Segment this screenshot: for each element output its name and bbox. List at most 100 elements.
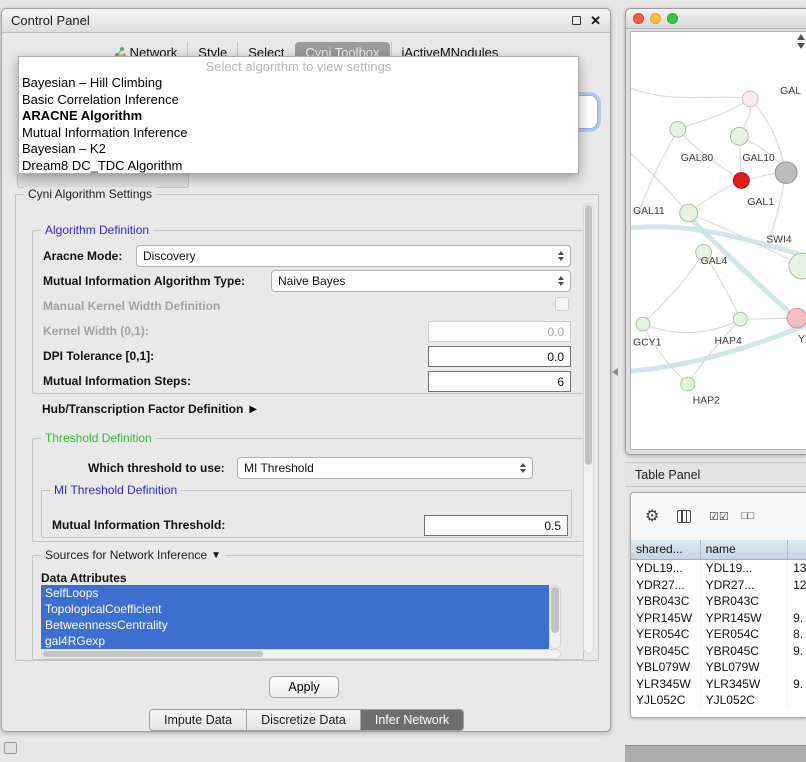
node[interactable]: [681, 377, 695, 391]
which-threshold-select[interactable]: MI Threshold: [237, 457, 533, 479]
mi-type-select[interactable]: Naive Bayes: [271, 270, 571, 292]
list-item[interactable]: gal4RGexp: [41, 633, 549, 649]
gear-icon[interactable]: ⚙: [645, 506, 659, 526]
table-row[interactable]: YDL19...YDL19...13: [631, 560, 806, 577]
table-row[interactable]: YBR045CYBR045C9.: [631, 643, 806, 660]
chevron-down-icon: ▼: [211, 550, 221, 561]
zoom-traffic-light-icon[interactable]: [667, 13, 678, 24]
float-window-icon[interactable]: [572, 16, 581, 25]
mi-steps-field[interactable]: 6: [428, 371, 571, 392]
settings-vertical-scrollbar[interactable]: [583, 203, 594, 654]
sources-group: Sources for Network Inference ▼ Data Att…: [32, 555, 584, 660]
cell: YBR045C: [701, 643, 788, 660]
node[interactable]: [789, 253, 806, 279]
list-item[interactable]: SelfLoops: [41, 585, 549, 601]
node[interactable]: [730, 127, 748, 145]
dpi-tolerance-label: DPI Tolerance [0,1]:: [43, 349, 154, 363]
dropdown-option[interactable]: Bayesian – K2: [19, 141, 578, 158]
group-title: Threshold Definition: [41, 431, 156, 445]
minimize-traffic-light-icon[interactable]: [650, 13, 661, 24]
column-header[interactable]: shared...: [631, 540, 701, 559]
table-body: YDL19...YDL19...13 YDR27...YDR27...12 YB…: [631, 560, 806, 717]
list-horizontal-scrollbar[interactable]: [41, 649, 561, 659]
dropdown-option-selected[interactable]: ARACNE Algorithm: [19, 108, 578, 125]
kernel-width-field: 0.0: [428, 321, 571, 342]
network-graph: GAL GAL80 GAL10 GAL11 GAL1 SWI4 GAL4 GCY…: [631, 32, 806, 449]
mi-threshold-field[interactable]: 0.5: [424, 515, 568, 536]
cell: YPR145W: [701, 610, 788, 627]
cell: YER054C: [701, 626, 788, 643]
column-header[interactable]: [788, 540, 806, 559]
list-item[interactable]: TopologicalCoefficient: [41, 601, 549, 617]
tab-infer-network[interactable]: Infer Network: [360, 710, 463, 730]
manual-kernel-checkbox[interactable]: [555, 297, 569, 311]
node[interactable]: [680, 204, 698, 222]
canvas-scroll-arrows[interactable]: [797, 34, 805, 49]
network-canvas[interactable]: GAL GAL80 GAL10 GAL11 GAL1 SWI4 GAL4 GCY…: [630, 31, 806, 450]
node[interactable]: [670, 121, 686, 137]
dropdown-option[interactable]: Mutual Information Inference: [19, 125, 578, 142]
table-header-row: shared... name: [631, 540, 806, 560]
cell: YBL079W: [631, 659, 701, 676]
algorithm-definition-group: Algorithm Definition Aracne Mode: Discov…: [32, 230, 584, 394]
data-attributes-label: Data Attributes: [41, 571, 127, 585]
cell: 9.: [788, 643, 806, 660]
close-traffic-light-icon[interactable]: [633, 13, 644, 24]
node-gray[interactable]: [775, 162, 797, 184]
cell: YBR043C: [631, 593, 701, 610]
cell: [788, 692, 806, 709]
mi-threshold-label: Mutual Information Threshold:: [52, 518, 225, 532]
table-row[interactable]: YBR043CYBR043C: [631, 593, 806, 610]
table-row[interactable]: YJL052CYJL052C: [631, 692, 806, 709]
dropdown-option[interactable]: Bayesian – Hill Climbing: [19, 75, 578, 92]
cell: [788, 593, 806, 610]
cell: YLR345W: [631, 676, 701, 693]
aracne-mode-label: Aracne Mode:: [43, 249, 122, 263]
node-pink[interactable]: [787, 308, 806, 328]
window-title: Control Panel: [11, 13, 90, 28]
control-panel-titlebar: Control Panel ✕: [2, 9, 610, 33]
cell: YLR345W: [701, 676, 788, 693]
node-selected-red[interactable]: [733, 173, 749, 189]
cell: YPR145W: [631, 610, 701, 627]
close-icon[interactable]: ✕: [590, 14, 601, 27]
splitter-collapse-icon[interactable]: [612, 368, 618, 376]
clear-checks-icon[interactable]: □□: [741, 510, 754, 522]
control-panel-window: Control Panel ✕ Network Style Select Cyn…: [1, 8, 611, 732]
tab-discretize-data[interactable]: Discretize Data: [246, 710, 360, 730]
apply-button[interactable]: Apply: [269, 676, 339, 698]
column-header[interactable]: name: [701, 540, 788, 559]
columns-icon[interactable]: [677, 510, 691, 523]
node[interactable]: [742, 91, 758, 107]
cell: YJL052C: [631, 692, 701, 709]
group-title: Cyni Algorithm Settings: [24, 187, 156, 201]
sources-toggle[interactable]: Sources for Network Inference ▼: [41, 548, 225, 562]
table-row[interactable]: YER054CYER054C8.: [631, 626, 806, 643]
list-item[interactable]: BetweennessCentrality: [41, 617, 549, 633]
dropdown-option[interactable]: Dream8 DC_TDC Algorithm: [19, 158, 578, 175]
list-vertical-scrollbar[interactable]: [549, 585, 561, 649]
table-row[interactable]: YDR27...YDR27...12: [631, 577, 806, 594]
cell: YBR045C: [631, 643, 701, 660]
dropdown-option[interactable]: Basic Correlation Inference: [19, 92, 578, 109]
combo-value: MI Threshold: [244, 461, 314, 475]
table-row[interactable]: YLR345WYLR345W9.: [631, 676, 806, 693]
dpi-tolerance-field[interactable]: 0.0: [428, 346, 571, 367]
combo-value: Discovery: [143, 249, 196, 263]
manual-kernel-label: Manual Kernel Width Definition: [43, 299, 220, 313]
node-label: HAP2: [693, 396, 720, 407]
select-all-checks-icon[interactable]: ☑☑: [709, 510, 729, 523]
tab-impute-data[interactable]: Impute Data: [150, 710, 246, 730]
aracne-mode-select[interactable]: Discovery: [136, 245, 571, 267]
node[interactable]: [733, 312, 747, 326]
algorithm-dropdown-popup: Select algorithm to view settings Bayesi…: [18, 56, 579, 174]
combo-arrows-icon: [520, 463, 526, 473]
table-row[interactable]: YBL079WYBL079W: [631, 659, 806, 676]
hub-section-toggle[interactable]: Hub/Transcription Factor Definition ▶: [42, 402, 257, 416]
node-label: GAL4: [701, 256, 728, 267]
combo-arrows-icon: [558, 276, 564, 286]
bottom-strip: [625, 745, 806, 762]
table-row[interactable]: YPR145WYPR145W9.: [631, 610, 806, 627]
node[interactable]: [636, 317, 650, 331]
minimized-panel-icon[interactable]: [4, 742, 17, 754]
